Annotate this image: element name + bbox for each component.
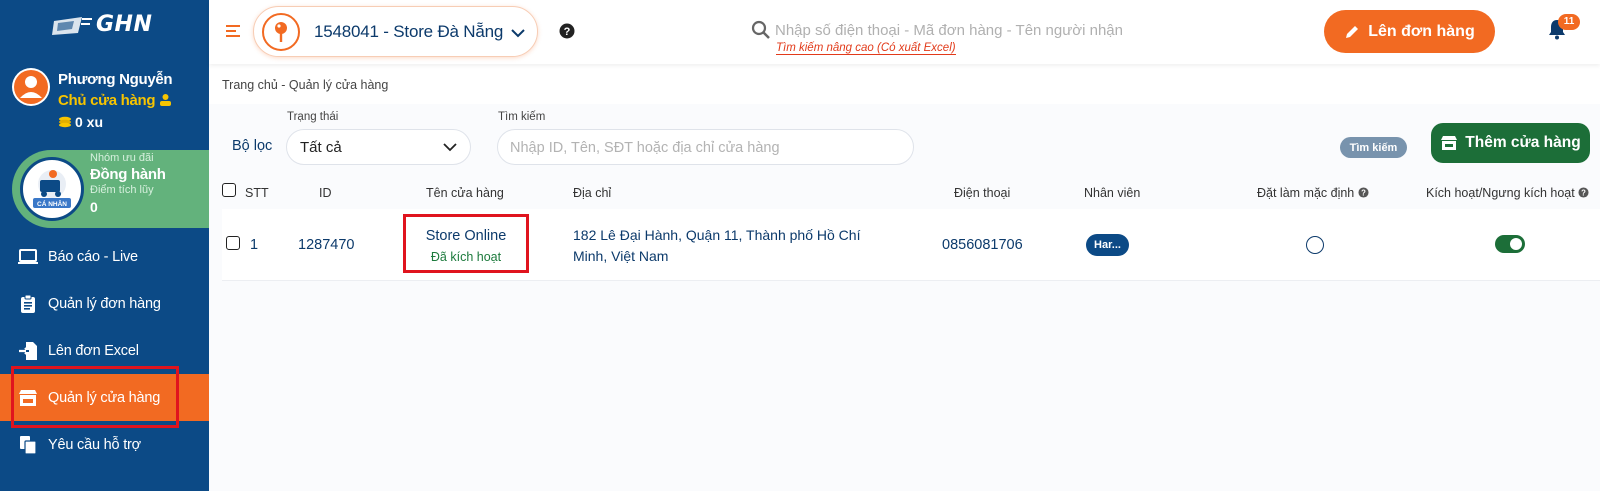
sidebar-item-store-management[interactable]: Quản lý cửa hàng (0, 374, 209, 421)
create-order-button[interactable]: Lên đơn hàng (1324, 10, 1495, 53)
sidebar-item-order-management[interactable]: Quản lý đơn hàng (0, 280, 209, 327)
sidebar-item-label: Quản lý đơn hàng (48, 295, 161, 312)
membership-points-label: Điểm tích lũy (90, 184, 154, 196)
row-id: 1287470 (298, 237, 355, 253)
row-stt: 1 (250, 237, 259, 253)
sidebar-item-report-live[interactable]: Báo cáo - Live (0, 233, 209, 280)
row-staff-badge[interactable]: Har... (1086, 234, 1129, 256)
user-profile[interactable]: Phương Nguyễn Chủ cửa hàng 0 xu (12, 68, 202, 136)
column-header-set-default: Đặt làm mặc định ? (1257, 186, 1369, 200)
coin-balance-value: 0 xu (75, 114, 104, 130)
create-order-label: Lên đơn hàng (1368, 22, 1475, 40)
pencil-icon (1346, 25, 1359, 38)
membership-group-label: Nhóm ưu đãi (90, 152, 154, 164)
sidebar-item-excel-order[interactable]: Lên đơn Excel (0, 327, 209, 374)
user-avatar-icon (12, 68, 50, 106)
status-filter-value: Tất cả (300, 139, 342, 156)
status-filter-label: Trạng thái (287, 111, 339, 123)
global-search-input[interactable] (775, 18, 1165, 42)
store-search-input[interactable] (510, 137, 830, 159)
membership-badge-icon: CÁ NHÂN (20, 157, 84, 221)
row-set-default-radio[interactable] (1306, 236, 1324, 254)
store-search-label: Tìm kiếm (498, 111, 546, 123)
advanced-search-link[interactable]: Tìm kiếm nâng cao (Có xuất Excel) (776, 42, 956, 55)
sidebar-item-label: Quản lý cửa hàng (48, 389, 161, 406)
column-header-set-default-label: Đặt làm mặc định (1257, 186, 1355, 200)
sidebar-item-label: Báo cáo - Live (48, 248, 138, 265)
store-search-box: Tìm kiếm (497, 129, 1407, 165)
sidebar-item-support-request[interactable]: Yêu cầu hỗ trợ (0, 421, 209, 468)
svg-text:?: ? (564, 26, 571, 38)
store-selector[interactable]: 1548041 - Store Đà Nẵng (253, 6, 538, 57)
column-header-stt: STT (245, 186, 269, 200)
filter-label: Bộ lọc (232, 138, 273, 154)
membership-points: 0 (90, 199, 98, 215)
add-store-label: Thêm cửa hàng (1465, 134, 1581, 151)
column-header-phone: Điện thoại (954, 186, 1011, 200)
add-store-button[interactable]: Thêm cửa hàng (1431, 123, 1590, 163)
row-checkbox[interactable] (226, 236, 240, 250)
user-role-label: Chủ cửa hàng (58, 92, 156, 109)
store-icon (1441, 136, 1458, 150)
store-search-button[interactable]: Tìm kiếm (1340, 137, 1407, 158)
select-all-checkbox[interactable] (222, 183, 236, 197)
search-icon (751, 20, 770, 39)
toggle-knob (1510, 238, 1522, 250)
status-filter-select[interactable]: Tất cả (286, 129, 471, 165)
user-role: Chủ cửa hàng (58, 92, 172, 109)
coin-balance: 0 xu (58, 114, 103, 130)
column-header-activation: Kích hoạt/Ngưng kích hoạt ? (1426, 186, 1589, 200)
membership-badge-text: CÁ NHÂN (37, 199, 67, 208)
import-file-icon (19, 341, 37, 360)
clipboard-icon (21, 294, 35, 313)
help-icon[interactable]: ? (559, 23, 575, 39)
location-pin-icon (262, 13, 300, 51)
store-icon (19, 389, 37, 406)
breadcrumb: Trang chủ - Quản lý cửa hàng (222, 78, 389, 92)
row-store-status: Đã kích hoạt (430, 250, 502, 264)
chevron-down-icon (443, 143, 457, 152)
column-header-staff: Nhân viên (1084, 186, 1141, 200)
row-address: 182 Lê Đại Hành, Quận 11, Thành phố Hồ C… (573, 227, 861, 264)
coin-stack-icon (59, 116, 71, 128)
hamburger-menu-icon[interactable] (226, 24, 240, 38)
user-name: Phương Nguyễn (58, 71, 173, 88)
svg-text:?: ? (1581, 188, 1586, 197)
truck-logo-icon (52, 16, 92, 35)
row-phone: 0856081706 (942, 237, 1023, 253)
column-header-store-name: Tên cửa hàng (426, 186, 504, 200)
column-header-activation-label: Kích hoạt/Ngưng kích hoạt (1426, 186, 1575, 200)
sidebar-item-label: Yêu cầu hỗ trợ (48, 436, 141, 453)
top-bar: 1548041 - Store Đà Nẵng ? Tìm kiếm nâng … (209, 0, 1600, 64)
sidebar-item-label: Lên đơn Excel (48, 342, 139, 359)
svg-text:?: ? (1361, 188, 1366, 197)
row-activation-toggle[interactable] (1495, 235, 1525, 253)
notification-count-badge: 11 (1558, 14, 1580, 30)
column-header-id: ID (319, 186, 332, 200)
logo-text: GHN (96, 12, 153, 37)
sidebar: GHN Phương Nguyễn Chủ cửa hàng 0 xu CÁ N… (0, 0, 209, 491)
membership-card[interactable]: CÁ NHÂN Nhóm ưu đãi Đồng hành Điểm tích … (12, 150, 209, 228)
column-header-address: Địa chỉ (573, 186, 612, 200)
selected-store-name: 1548041 - Store Đà Nẵng (314, 22, 504, 41)
owner-icon (160, 94, 172, 106)
monitor-icon (18, 248, 38, 264)
row-store-name-cell: Store Online Đã kích hoạt (403, 214, 529, 273)
help-icon[interactable]: ? (1578, 187, 1589, 198)
membership-group-name: Đồng hành (90, 166, 166, 183)
copy-files-icon (20, 435, 37, 455)
row-store-name[interactable]: Store Online (406, 228, 526, 244)
help-icon[interactable]: ? (1358, 187, 1369, 198)
ghn-logo[interactable]: GHN (52, 12, 152, 37)
chevron-down-icon (511, 29, 525, 38)
